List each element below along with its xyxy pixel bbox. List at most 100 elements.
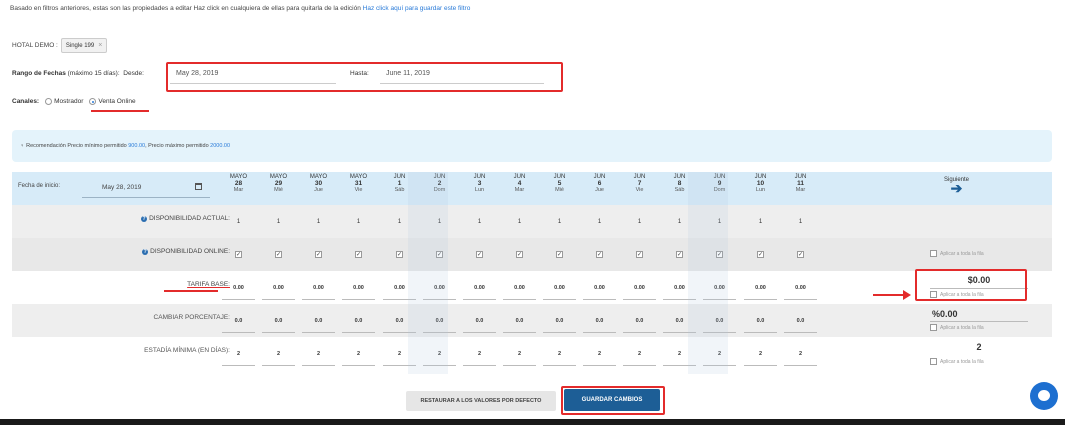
grid-cell[interactable]: 0.00 — [460, 271, 499, 304]
grid-cell[interactable]: 0.00 — [660, 271, 699, 304]
grid-cell[interactable]: 0.0 — [259, 304, 298, 337]
grid-cell[interactable]: 2 — [259, 337, 298, 370]
radio-mostrador-label: Mostrador — [54, 98, 84, 105]
grid-cell[interactable]: 2 — [420, 337, 459, 370]
grid-cell[interactable]: 0.0 — [500, 304, 539, 337]
grid-cell[interactable]: 0.0 — [339, 304, 378, 337]
grid-cell[interactable]: 0.0 — [781, 304, 820, 337]
grid-cell[interactable]: 1 — [420, 205, 459, 238]
grid-cell[interactable]: 1 — [700, 205, 739, 238]
grid-cell[interactable]: 2 — [299, 337, 338, 370]
grid-cell[interactable]: 0.0 — [700, 304, 739, 337]
grid-cell[interactable]: 2 — [460, 337, 499, 370]
grid-cell[interactable]: 2 — [500, 337, 539, 370]
save-filter-link[interactable]: Haz click aquí para guardar este filtro — [363, 5, 471, 12]
grid-cell[interactable]: 2 — [380, 337, 419, 370]
grid-cell[interactable]: 0.0 — [741, 304, 780, 337]
grid-cell[interactable]: 0.00 — [741, 271, 780, 304]
chip-close-icon[interactable]: × — [98, 42, 102, 49]
apply-estadia-checkbox[interactable] — [930, 358, 937, 365]
grid-cell[interactable]: 1 — [540, 205, 579, 238]
grid-cell[interactable]: 1 — [660, 205, 699, 238]
grid-cell[interactable]: 2 — [620, 337, 659, 370]
grid-cell[interactable]: 1 — [299, 205, 338, 238]
grid-cell[interactable]: 0.0 — [299, 304, 338, 337]
apply-row-porcentaje[interactable]: Aplicar a toda la fila — [930, 324, 984, 331]
checkmark-icon[interactable]: ✓ — [556, 251, 563, 258]
grid-cell[interactable]: 1 — [781, 205, 820, 238]
grid-cell[interactable]: 1 — [219, 205, 258, 238]
checkmark-icon[interactable]: ✓ — [636, 251, 643, 258]
next-button[interactable]: Siguiente ➔ — [861, 172, 1052, 205]
grid-cell[interactable]: 2 — [700, 337, 739, 370]
porcentaje-side-value[interactable]: %0.00 — [932, 309, 1030, 319]
grid-cell[interactable]: 1 — [380, 205, 419, 238]
grid-cell[interactable]: 1 — [741, 205, 780, 238]
apply-row-online[interactable]: Aplicar a toda la fila — [930, 250, 984, 257]
grid-cell[interactable]: 2 — [660, 337, 699, 370]
grid-cell[interactable]: 0.00 — [580, 271, 619, 304]
chat-bubble-icon[interactable] — [1030, 382, 1058, 410]
grid-cell[interactable]: 0.0 — [580, 304, 619, 337]
grid-cell[interactable]: 0.0 — [620, 304, 659, 337]
grid-cell[interactable]: 2 — [219, 337, 258, 370]
grid-cell[interactable]: 0.00 — [700, 271, 739, 304]
grid-cell[interactable]: 2 — [741, 337, 780, 370]
grid-cell[interactable]: 0.00 — [219, 271, 258, 304]
checkmark-icon[interactable]: ✓ — [596, 251, 603, 258]
grid-cell[interactable]: 0.00 — [620, 271, 659, 304]
checkmark-icon[interactable]: ✓ — [716, 251, 723, 258]
grid-cell[interactable]: 1 — [500, 205, 539, 238]
radio-mostrador[interactable]: Mostrador — [45, 98, 83, 105]
checkmark-icon[interactable]: ✓ — [315, 251, 322, 258]
checkmark-icon[interactable]: ✓ — [476, 251, 483, 258]
help-icon[interactable]: ? — [141, 216, 148, 222]
estadia-side-value[interactable]: 2 — [930, 342, 1028, 352]
checkmark-icon[interactable]: ✓ — [797, 251, 804, 258]
grid-cell[interactable]: 2 — [781, 337, 820, 370]
grid-cell[interactable]: 0.0 — [540, 304, 579, 337]
checkmark-icon[interactable]: ✓ — [235, 251, 242, 258]
grid-cell[interactable]: 1 — [259, 205, 298, 238]
grid-cell[interactable]: 0.0 — [219, 304, 258, 337]
checkmark-icon[interactable]: ✓ — [676, 251, 683, 258]
checkmark-icon[interactable]: ✓ — [757, 251, 764, 258]
grid-cell[interactable]: 0.0 — [420, 304, 459, 337]
checkmark-icon[interactable]: ✓ — [516, 251, 523, 258]
grid-cell[interactable]: 2 — [540, 337, 579, 370]
grid-cell[interactable]: 1 — [580, 205, 619, 238]
start-date-input[interactable]: May 28, 2019 — [82, 178, 210, 198]
grid-cell[interactable]: 0.0 — [380, 304, 419, 337]
restore-defaults-button[interactable]: RESTAURAR A LOS VALORES POR DEFECTO — [406, 391, 556, 411]
hotel-filter-row: HOTAL DEMO : Single 199 × — [12, 38, 108, 53]
checkmark-icon[interactable]: ✓ — [275, 251, 282, 258]
grid-cell[interactable]: 0.00 — [420, 271, 459, 304]
apply-row-estadia[interactable]: Aplicar a toda la fila — [930, 358, 984, 365]
grid-cell[interactable]: 0.0 — [660, 304, 699, 337]
radio-venta-online[interactable]: Venta Online — [89, 98, 136, 105]
grid-cell[interactable]: 0.00 — [339, 271, 378, 304]
grid-cell[interactable]: 0.00 — [299, 271, 338, 304]
cell-value: 1 — [717, 218, 722, 225]
grid-cell[interactable]: 0.00 — [781, 271, 820, 304]
grid-cell[interactable]: 2 — [580, 337, 619, 370]
grid-cell[interactable]: 0.00 — [259, 271, 298, 304]
checkmark-icon[interactable]: ✓ — [436, 251, 443, 258]
day-day: 11 — [797, 180, 804, 187]
grid-cell[interactable]: 0.00 — [540, 271, 579, 304]
checkmark-icon[interactable]: ✓ — [355, 251, 362, 258]
grid-cell[interactable]: 0.00 — [380, 271, 419, 304]
help-icon[interactable]: ? — [142, 249, 149, 255]
checkmark-icon[interactable]: ✓ — [396, 251, 403, 258]
grid-cell[interactable]: 1 — [339, 205, 378, 238]
grid-cell[interactable]: 0.0 — [460, 304, 499, 337]
apply-porcentaje-checkbox[interactable] — [930, 324, 937, 331]
calendar-icon[interactable] — [195, 183, 202, 190]
grid-cell[interactable]: 0.00 — [500, 271, 539, 304]
apply-online-checkbox[interactable] — [930, 250, 937, 257]
grid-cell[interactable]: 2 — [339, 337, 378, 370]
grid-cell[interactable]: 1 — [460, 205, 499, 238]
grid-cell[interactable]: 1 — [620, 205, 659, 238]
cell-underline — [262, 365, 295, 366]
room-type-chip[interactable]: Single 199 × — [60, 38, 108, 53]
